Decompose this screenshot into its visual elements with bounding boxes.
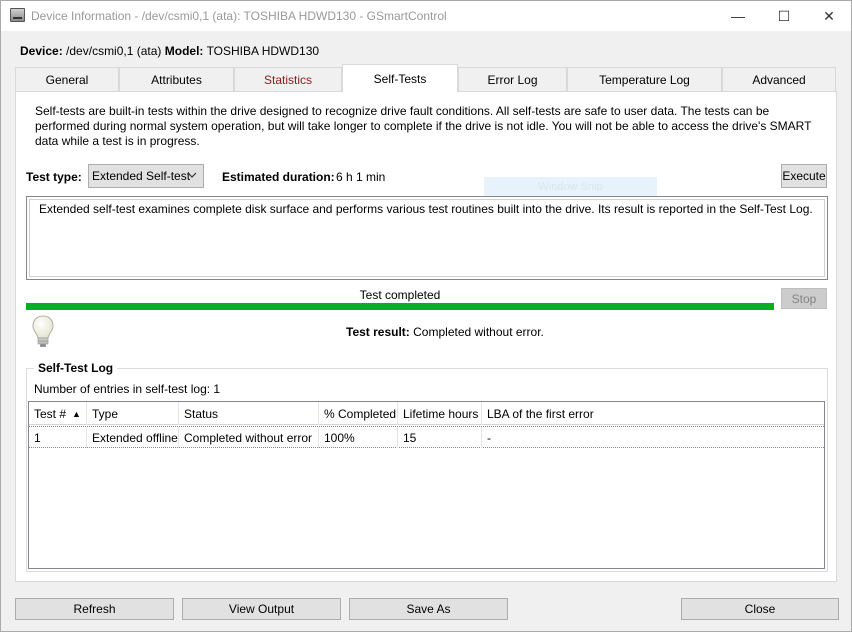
save-as-button[interactable]: Save As (349, 598, 508, 620)
table-header: Test # ▲ Type Status % Completed Lifetim… (29, 402, 824, 425)
test-progress-bar (26, 303, 774, 310)
cell-percent-completed: 100% (319, 427, 398, 448)
chevron-down-icon (187, 172, 197, 178)
column-header-lba-first-error[interactable]: LBA of the first error (482, 402, 824, 425)
estimated-duration-label: Estimated duration: (222, 170, 335, 184)
model-value: TOSHIBA HDWD130 (206, 44, 320, 58)
column-header-type[interactable]: Type (87, 402, 179, 425)
estimated-duration-value: 6 h 1 min (336, 170, 386, 184)
maximize-icon: ☐ (777, 7, 791, 24)
test-description-text: Extended self-test examines complete dis… (39, 202, 813, 216)
test-result: Test result: Completed without error. (346, 325, 544, 339)
test-type-label: Test type: (26, 170, 82, 184)
sort-ascending-icon: ▲ (72, 408, 81, 419)
test-result-label: Test result: (346, 325, 410, 339)
stop-button[interactable]: Stop (781, 288, 827, 309)
model-label: Model: (164, 44, 204, 58)
window-title: Device Information - /dev/csmi0,1 (ata):… (31, 9, 447, 23)
tab-self-tests[interactable]: Self-Tests (342, 64, 458, 92)
close-button[interactable]: Close (681, 598, 839, 620)
column-header-test-number[interactable]: Test # ▲ (29, 402, 87, 425)
device-info-line: Device: /dev/csmi0,1 (ata) Model: TOSHIB… (20, 44, 319, 58)
test-description-box: Extended self-test examines complete dis… (26, 196, 828, 280)
tab-temperature-log[interactable]: Temperature Log (567, 67, 722, 91)
self-test-log-title: Self-Test Log (34, 361, 118, 375)
window-snip-overlay: Window Snip (484, 177, 657, 197)
table-row[interactable]: 1 Extended offline Completed without err… (29, 426, 824, 448)
cell-lifetime-hours: 15 (398, 427, 482, 448)
close-icon: ✕ (823, 7, 835, 24)
test-type-select[interactable]: Extended Self-test (88, 164, 204, 188)
tab-statistics[interactable]: Statistics (234, 67, 342, 91)
drive-icon (10, 8, 25, 22)
column-header-percent-completed[interactable]: % Completed (319, 402, 398, 425)
maximize-button[interactable]: ☐ (761, 1, 807, 31)
cell-type: Extended offline (87, 427, 179, 448)
self-test-log-table: Test # ▲ Type Status % Completed Lifetim… (28, 401, 825, 569)
column-header-lifetime-hours[interactable]: Lifetime hours (398, 402, 482, 425)
tab-attributes[interactable]: Attributes (119, 67, 234, 91)
cell-lba-first-error: - (487, 430, 491, 445)
progress-fill (26, 303, 774, 310)
log-entry-count: Number of entries in self-test log: 1 (34, 382, 221, 396)
tab-bar: General Attributes Statistics Self-Tests… (15, 64, 837, 92)
progress-label: Test completed (359, 288, 441, 302)
tab-error-log[interactable]: Error Log (458, 67, 567, 91)
close-window-button[interactable]: ✕ (806, 1, 852, 31)
tab-advanced[interactable]: Advanced (722, 67, 836, 91)
test-result-value: Completed without error. (413, 325, 544, 339)
refresh-button[interactable]: Refresh (15, 598, 174, 620)
minimize-icon: — (731, 8, 745, 24)
test-type-value: Extended Self-test (92, 169, 191, 183)
title-bar[interactable]: Device Information - /dev/csmi0,1 (ata):… (1, 1, 851, 31)
device-information-window: Device Information - /dev/csmi0,1 (ata):… (0, 0, 852, 632)
lightbulb-icon (32, 315, 54, 347)
device-value: /dev/csmi0,1 (ata) (66, 44, 162, 58)
self-tests-description: Self-tests are built-in tests within the… (35, 104, 812, 148)
execute-button[interactable]: Execute (781, 164, 827, 188)
tab-general[interactable]: General (15, 67, 119, 91)
cell-status: Completed without error (179, 427, 319, 448)
minimize-button[interactable]: — (715, 1, 761, 31)
cell-test-number: 1 (29, 427, 87, 448)
column-header-status[interactable]: Status (179, 402, 319, 425)
device-label: Device: (20, 44, 63, 58)
view-output-button[interactable]: View Output (182, 598, 341, 620)
